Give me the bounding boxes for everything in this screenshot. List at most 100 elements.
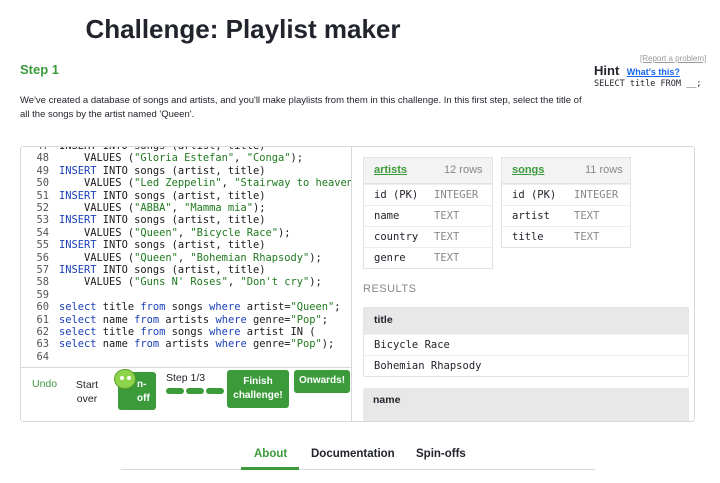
code-text: INTO songs (artist, title): [96, 264, 266, 276]
code-text: VALUES (: [59, 177, 135, 190]
code-keyword: INSERT: [59, 189, 97, 202]
hint-code: SELECT title FROM __;: [594, 79, 702, 89]
code-text: ,: [227, 276, 241, 289]
code-line[interactable]: 55 INSERT INTO songs (artist, title): [21, 239, 265, 251]
code-editor[interactable]: 47INSERT INTO songs (artist, title)48 VA…: [21, 147, 352, 367]
schema-row-count: 11 rows: [585, 164, 623, 176]
code-line[interactable]: 54 VALUES ("Queen", "Bicycle Race");: [21, 226, 291, 239]
column-name: artist: [512, 210, 550, 222]
code-text: INTO songs (artist, title): [96, 214, 266, 227]
code-text: INTO songs (artist, title): [96, 164, 266, 177]
line-number: 58: [36, 276, 49, 289]
code-keyword: where: [215, 313, 247, 326]
undo-button[interactable]: Undo: [32, 378, 57, 390]
line-number: 56: [36, 251, 49, 264]
code-string: "Gloria Estefan": [134, 152, 235, 165]
line-number: 54: [36, 226, 49, 239]
schema-table-name[interactable]: artists: [374, 164, 407, 176]
step-heading: Step 1: [20, 62, 60, 77]
code-line[interactable]: 57 INSERT INTO songs (artist, title): [21, 264, 265, 276]
onwards-button[interactable]: Onwards!: [294, 370, 350, 393]
column-name: genre: [374, 252, 406, 264]
code-keyword: where: [209, 301, 241, 314]
code-keyword: INSERT: [59, 164, 97, 177]
challenge-panel: 47INSERT INTO songs (artist, title)48 VA…: [20, 146, 695, 422]
code-line[interactable]: 58 VALUES ("Guns N' Roses", "Don't cry")…: [21, 276, 321, 289]
code-line[interactable]: 51 INSERT INTO songs (artist, title): [21, 190, 265, 202]
code-string: "Pop": [290, 338, 322, 351]
hint-title: Hint: [594, 63, 620, 78]
code-line[interactable]: 53 INSERT INTO songs (artist, title): [21, 214, 265, 226]
code-text: name: [96, 338, 135, 351]
line-number: 48: [36, 152, 49, 165]
code-line[interactable]: 64: [21, 351, 59, 363]
code-text: artist IN (: [240, 326, 316, 338]
code-text: );: [277, 226, 291, 239]
code-line[interactable]: 62 select title from songs where artist I…: [21, 326, 316, 338]
code-line[interactable]: 60 select title from songs where artist="…: [21, 301, 341, 314]
code-keyword: where: [215, 338, 247, 351]
line-number: 59: [36, 288, 49, 301]
code-line[interactable]: 48 VALUES ("Gloria Estefan", "Conga");: [21, 152, 303, 164]
code-line[interactable]: 56 VALUES ("Queen", "Bohemian Rhapsody")…: [21, 251, 321, 264]
column-name: country: [374, 231, 419, 243]
schema-artists: artists 12 rows id (PK) INTEGER name TEXT …: [363, 157, 493, 269]
code-text: INSERT INTO songs (artist, title): [59, 147, 265, 152]
column-type: INTEGER: [434, 189, 479, 201]
code-text: songs: [165, 326, 210, 338]
result-row: Bohemian Rhapsody: [364, 355, 688, 376]
code-text: ,: [221, 177, 235, 190]
code-line[interactable]: 61 select name from artists where genre="…: [21, 314, 328, 326]
code-string: "Queen": [134, 251, 178, 264]
code-line[interactable]: 50 VALUES ("Led Zeppelin", "Stairway to …: [21, 177, 351, 190]
code-keyword: INSERT: [59, 214, 97, 227]
code-line[interactable]: 49 INSERT INTO songs (artist, title): [21, 165, 265, 177]
code-line[interactable]: 59: [21, 289, 59, 301]
line-number: 63: [36, 338, 49, 351]
page-title: Challenge: Playlist maker: [85, 14, 401, 44]
tab-about[interactable]: About: [254, 448, 287, 460]
column-type: TEXT: [434, 210, 460, 222]
code-text: name: [96, 313, 135, 326]
code-text: ;: [334, 301, 341, 314]
code-keyword: from: [134, 338, 160, 351]
code-text: INTO songs (artist, title): [96, 189, 266, 202]
column-type: TEXT: [574, 210, 600, 222]
code-keyword: from: [134, 313, 160, 326]
code-keyword: select: [59, 301, 97, 314]
column-name: id (PK): [512, 189, 557, 201]
finish-challenge-button[interactable]: Finish challenge!: [227, 370, 289, 408]
line-number: 62: [36, 326, 49, 338]
start-over-button[interactable]: Start over: [73, 378, 101, 406]
results-column-header: title: [364, 308, 688, 334]
schema-table-name[interactable]: songs: [512, 164, 544, 176]
spin-off-button[interactable]: n-off: [114, 369, 156, 410]
tab-documentation[interactable]: Documentation: [311, 448, 395, 460]
schema-row-count: 12 rows: [444, 164, 483, 176]
code-text: );: [290, 152, 303, 165]
code-text: artists: [159, 338, 216, 351]
tab-spin-offs[interactable]: Spin-offs: [416, 448, 466, 460]
schema-songs: songs 11 rows id (PK) INTEGER artist TEXT …: [501, 157, 631, 248]
code-text: VALUES (: [59, 226, 135, 239]
line-number: 52: [36, 202, 49, 214]
code-text: songs: [165, 301, 210, 314]
line-number: 57: [36, 264, 49, 276]
column-type: TEXT: [574, 231, 600, 243]
whats-this-link[interactable]: What's this?: [627, 67, 680, 77]
line-number: 49: [36, 164, 49, 177]
code-keyword: select: [59, 313, 97, 326]
step-progress-label: Step 1/3: [166, 372, 206, 384]
results-column-header: name: [373, 394, 401, 406]
code-text: title: [96, 301, 141, 314]
code-string: "Pop": [290, 313, 322, 326]
instructions: We've created a database of songs and ar…: [20, 95, 582, 120]
code-string: "Queen": [134, 226, 178, 239]
code-string: "Bicycle Race": [190, 226, 278, 239]
code-line[interactable]: 52 VALUES ("ABBA", "Mamma mia");: [21, 202, 265, 214]
code-keyword: from: [140, 326, 166, 338]
results-label: RESULTS: [363, 283, 417, 295]
code-text: VALUES (: [59, 251, 135, 264]
code-line[interactable]: 63 select name from artists where genre="…: [21, 338, 334, 350]
code-text: );: [252, 202, 266, 214]
